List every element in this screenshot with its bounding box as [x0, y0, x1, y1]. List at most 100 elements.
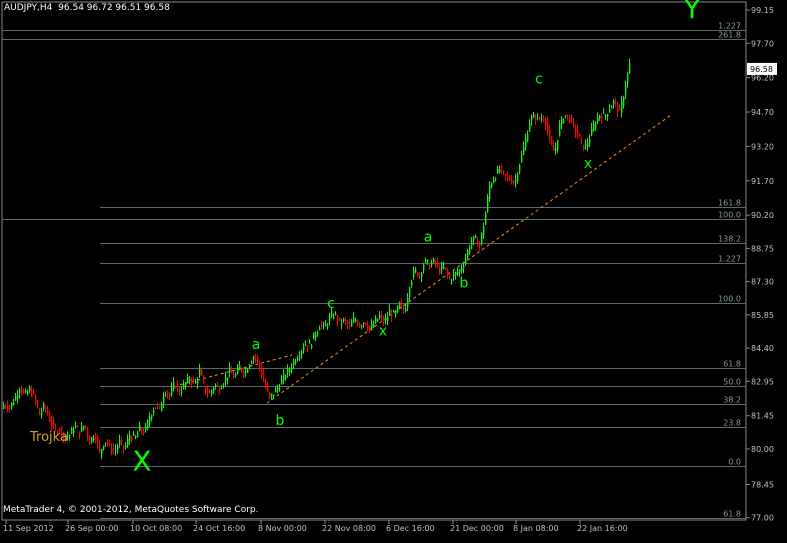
bull-candle: [181, 391, 183, 394]
bull-candle: [521, 153, 523, 162]
fib-label: 161.8: [718, 199, 741, 208]
bull-candle: [227, 377, 229, 380]
bear-candle: [577, 130, 579, 136]
bull-candle: [531, 117, 533, 121]
bull-candle: [19, 390, 21, 394]
bear-candle: [509, 178, 511, 180]
bull-candle: [315, 334, 317, 338]
chart-window[interactable]: 1.227 261.8 161.8 100.0 138.2 1.227 100.0 61.8 5…: [0, 0, 787, 539]
bear-candle: [233, 374, 235, 379]
bull-candle: [525, 138, 527, 148]
bull-candle: [485, 212, 487, 225]
bull-candle: [41, 411, 43, 415]
bear-candle: [417, 272, 419, 276]
bear-candle: [39, 408, 41, 415]
bull-candle: [489, 185, 491, 199]
bear-candle: [259, 361, 261, 367]
bear-candle: [401, 303, 403, 305]
bull-candle: [517, 174, 519, 181]
bull-candle: [605, 115, 607, 117]
y-tick-label: 90.20: [751, 211, 774, 220]
bull-candle: [129, 435, 131, 441]
bull-candle: [173, 381, 175, 389]
trojka-label: Trojka: [29, 430, 68, 445]
bull-candle: [473, 235, 475, 241]
bull-candle: [607, 114, 609, 117]
wave-label-b: b: [460, 275, 469, 291]
bull-candle: [303, 347, 305, 351]
bear-candle: [619, 106, 621, 111]
bull-candle: [625, 85, 627, 96]
bull-candle: [421, 273, 423, 277]
bull-candle: [379, 314, 381, 319]
bull-candle: [149, 417, 151, 424]
bear-candle: [201, 369, 203, 376]
bear-candle: [209, 391, 211, 394]
y-tick-label: 97.70: [751, 39, 774, 48]
bull-candle: [295, 361, 297, 364]
bear-candle: [113, 448, 115, 451]
bull-candle: [373, 324, 375, 328]
bear-candle: [141, 428, 143, 432]
bear-candle: [255, 356, 257, 358]
bear-candle: [567, 114, 569, 116]
bear-candle: [131, 436, 133, 441]
bear-candle: [217, 384, 219, 386]
bear-candle: [615, 100, 617, 102]
bear-candle: [511, 180, 513, 184]
bear-candle: [49, 414, 51, 422]
y-tick-label: 93.20: [751, 142, 774, 151]
bear-candle: [99, 444, 101, 452]
bull-candle: [441, 265, 443, 269]
bull-candle: [443, 266, 445, 269]
bull-candle: [493, 179, 495, 183]
bull-candle: [271, 393, 273, 398]
bull-candle: [603, 112, 605, 114]
bull-candle: [161, 403, 163, 412]
bull-candle: [17, 395, 19, 399]
bear-candle: [575, 127, 577, 133]
bull-candle: [463, 266, 465, 269]
bull-candle: [301, 351, 303, 354]
fib-label: 138.2: [718, 235, 741, 244]
x-tick-label: 22 Nov 08:00: [322, 524, 376, 533]
bear-candle: [447, 269, 449, 275]
y-tick-label: 84.40: [751, 344, 774, 353]
bull-candle: [431, 263, 433, 266]
bear-candle: [169, 393, 171, 397]
x-tick-label: 26 Sep 00:00: [65, 524, 118, 533]
bull-candle: [561, 117, 563, 124]
bull-candle: [465, 258, 467, 264]
wave-label-c: c: [327, 296, 335, 312]
bull-candle: [25, 390, 27, 393]
bull-candle: [3, 405, 5, 409]
bull-candle: [311, 345, 313, 348]
bull-candle: [433, 258, 435, 263]
bull-candle: [327, 324, 329, 328]
bear-candle: [35, 396, 37, 401]
bull-candle: [397, 305, 399, 313]
bear-candle: [543, 119, 545, 121]
bull-candle: [351, 322, 353, 327]
bull-candle: [117, 446, 119, 450]
bear-candle: [89, 436, 91, 445]
bull-candle: [491, 183, 493, 187]
bear-candle: [37, 401, 39, 407]
bull-candle: [151, 415, 153, 419]
bear-candle: [391, 313, 393, 317]
bear-candle: [507, 175, 509, 177]
price-chart[interactable]: 1.227261.8161.8100.0138.21.227100.061.85…: [0, 0, 787, 539]
bear-candle: [501, 167, 503, 169]
bull-candle: [361, 326, 363, 328]
x-tick-label: 21 Dec 00:00: [450, 524, 504, 533]
bull-candle: [15, 395, 17, 401]
bear-candle: [47, 408, 49, 415]
x-tick-label: 11 Sep 2012: [3, 524, 54, 533]
bull-candle: [235, 374, 237, 376]
bear-candle: [7, 405, 9, 410]
bull-candle: [225, 376, 227, 381]
fib-label: 0.0: [728, 458, 741, 467]
bull-candle: [523, 146, 525, 155]
bull-candle: [187, 376, 189, 382]
bull-candle: [411, 281, 413, 286]
